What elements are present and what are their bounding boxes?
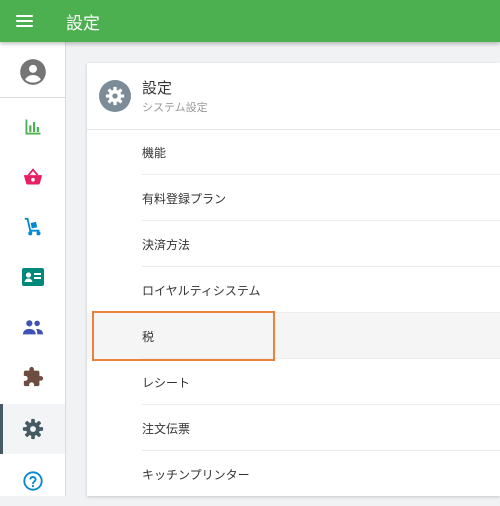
nav-orders[interactable] [0, 152, 65, 202]
gear-icon [22, 418, 43, 440]
nav-customers[interactable] [0, 302, 65, 352]
hand-truck-icon [24, 217, 41, 236]
menu-icon[interactable] [14, 10, 36, 32]
nav-settings[interactable] [0, 404, 65, 454]
card-title: 設定 [142, 79, 173, 97]
settings-item-kitchen-printer[interactable]: キッチンプリンター [87, 451, 500, 497]
sidebar [0, 42, 66, 496]
nav-reports[interactable] [0, 102, 65, 152]
settings-item-order-slip[interactable]: 注文伝票 [87, 405, 500, 451]
help-circle-icon [22, 471, 43, 491]
app-bar: 設定 [0, 0, 500, 42]
nav-help[interactable] [0, 456, 65, 506]
settings-item-loyalty[interactable]: ロイヤルティシステム [87, 267, 500, 313]
settings-item-payment-methods[interactable]: 決済方法 [87, 221, 500, 267]
id-card-icon [21, 268, 44, 286]
nav-delivery[interactable] [0, 202, 65, 252]
page-title: 設定 [66, 14, 100, 34]
settings-item-label: 機能 [142, 146, 167, 160]
settings-item-label: 決済方法 [142, 238, 191, 252]
settings-item-label: 有料登録プラン [142, 192, 227, 206]
settings-item-label: 税 [142, 330, 155, 344]
settings-item-subscription[interactable]: 有料登録プラン [87, 175, 500, 221]
settings-item-label: レシート [142, 376, 191, 390]
settings-item-label: キッチンプリンター [142, 468, 250, 482]
shopping-basket-icon [23, 168, 42, 185]
settings-header-gear-icon [99, 80, 131, 112]
settings-item-label: 注文伝票 [142, 422, 191, 436]
settings-item-tax[interactable]: 税 [87, 313, 500, 359]
settings-item-label: ロイヤルティシステム [142, 284, 261, 298]
bar-chart-icon [25, 119, 40, 135]
sidebar-divider [0, 97, 65, 98]
nav-staff[interactable] [0, 252, 65, 302]
card-header: 設定 システム設定 [87, 63, 500, 130]
nav-account[interactable] [0, 47, 65, 97]
card-subtitle: システム設定 [142, 101, 208, 114]
people-icon [22, 320, 43, 335]
nav-addons[interactable] [0, 352, 65, 402]
puzzle-piece-icon [23, 366, 43, 387]
settings-item-receipt[interactable]: レシート [87, 359, 500, 405]
account-circle-icon [19, 59, 46, 85]
settings-item-features[interactable]: 機能 [87, 129, 500, 175]
settings-card: 設定 システム設定 機能 有料登録プラン 決済方法 ロイヤルティシステム 税 レ… [87, 63, 500, 496]
